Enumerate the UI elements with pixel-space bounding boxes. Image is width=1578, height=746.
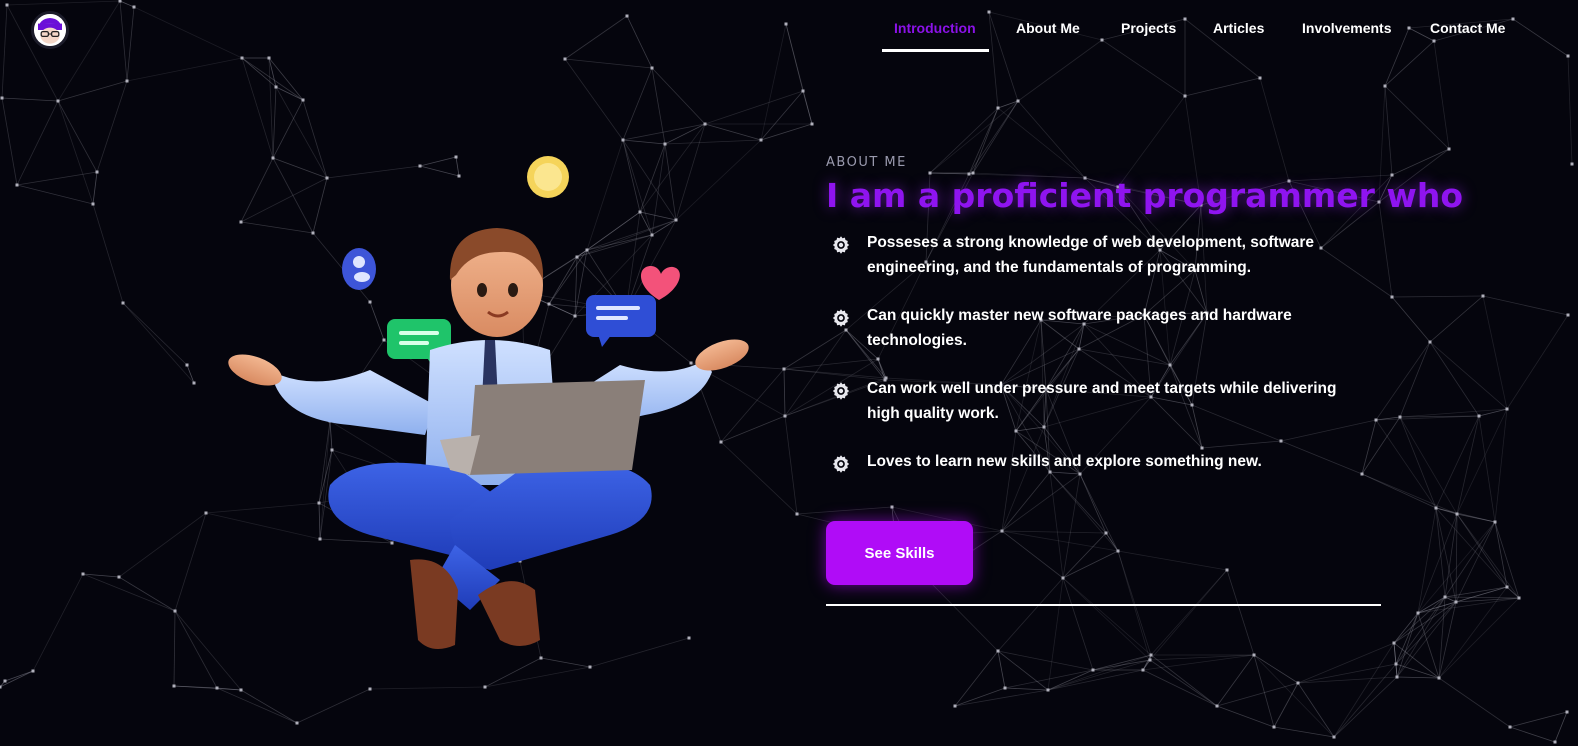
list-item: Loves to learn new skills and explore so… [826, 449, 1386, 474]
coin-icon [527, 156, 569, 198]
hero-illustration [200, 140, 780, 670]
list-item-text: Loves to learn new skills and explore so… [867, 453, 1262, 470]
list-item: Can work well under pressure and meet ta… [826, 376, 1386, 426]
active-nav-underline [882, 49, 989, 52]
main-nav: Introduction About Me Projects Articles … [0, 19, 1578, 55]
nav-involvements[interactable]: Involvements [1302, 19, 1391, 37]
see-skills-button[interactable]: See Skills [826, 521, 973, 585]
nav-projects[interactable]: Projects [1121, 19, 1176, 37]
list-item-text: Can work well under pressure and meet ta… [867, 380, 1337, 422]
user-badge-icon [342, 248, 376, 290]
list-item: Can quickly master new software packages… [826, 303, 1386, 353]
section-eyebrow: ABOUT ME [826, 155, 907, 170]
nav-about-me[interactable]: About Me [1016, 19, 1080, 37]
list-item: Posseses a strong knowledge of web devel… [826, 230, 1386, 280]
gear-icon [830, 453, 852, 475]
gear-icon [830, 234, 852, 256]
section-divider [826, 604, 1381, 606]
gear-icon [830, 380, 852, 402]
page-title: I am a proficient programmer who [826, 176, 1464, 215]
heart-icon [640, 266, 680, 300]
skills-list: Posseses a strong knowledge of web devel… [826, 230, 1386, 474]
list-item-text: Can quickly master new software packages… [867, 307, 1292, 349]
nav-contact-me[interactable]: Contact Me [1430, 19, 1505, 37]
about-section: ABOUT ME I am a proficient programmer wh… [826, 154, 1464, 606]
list-item-text: Posseses a strong knowledge of web devel… [867, 234, 1315, 276]
nav-articles[interactable]: Articles [1213, 19, 1264, 37]
nav-introduction[interactable]: Introduction [894, 19, 976, 37]
programmer-illustration [228, 156, 749, 649]
gear-icon [830, 307, 852, 329]
blue-chat-icon [586, 295, 656, 347]
